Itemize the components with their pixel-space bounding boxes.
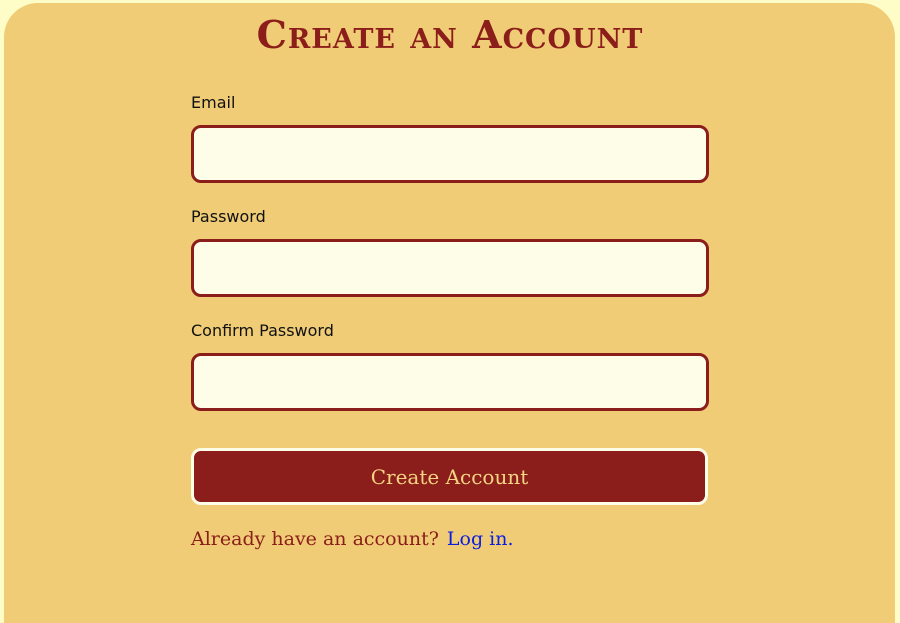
email-label: Email (191, 93, 236, 112)
email-field[interactable] (191, 125, 709, 183)
password-label: Password (191, 207, 266, 226)
login-prompt-text: Already have an account? (191, 528, 439, 550)
password-field[interactable] (191, 239, 709, 297)
login-prompt-row: Already have an account? Log in. (191, 528, 514, 550)
login-link[interactable]: Log in. (447, 528, 514, 550)
page-title: Create an Account (256, 12, 644, 57)
confirm-password-field[interactable] (191, 353, 709, 411)
create-account-button[interactable]: Create Account (191, 448, 708, 505)
confirm-password-label: Confirm Password (191, 321, 334, 340)
